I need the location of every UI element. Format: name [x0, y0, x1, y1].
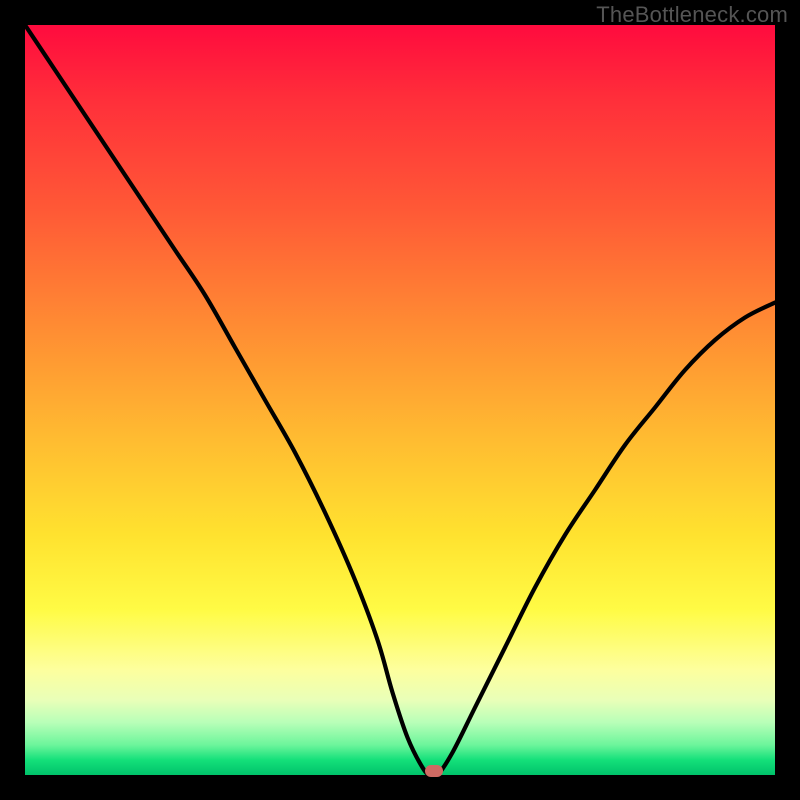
bottleneck-curve: [25, 25, 775, 775]
chart-frame: TheBottleneck.com: [0, 0, 800, 800]
plot-area: [25, 25, 775, 775]
optimal-point-marker: [425, 765, 443, 777]
